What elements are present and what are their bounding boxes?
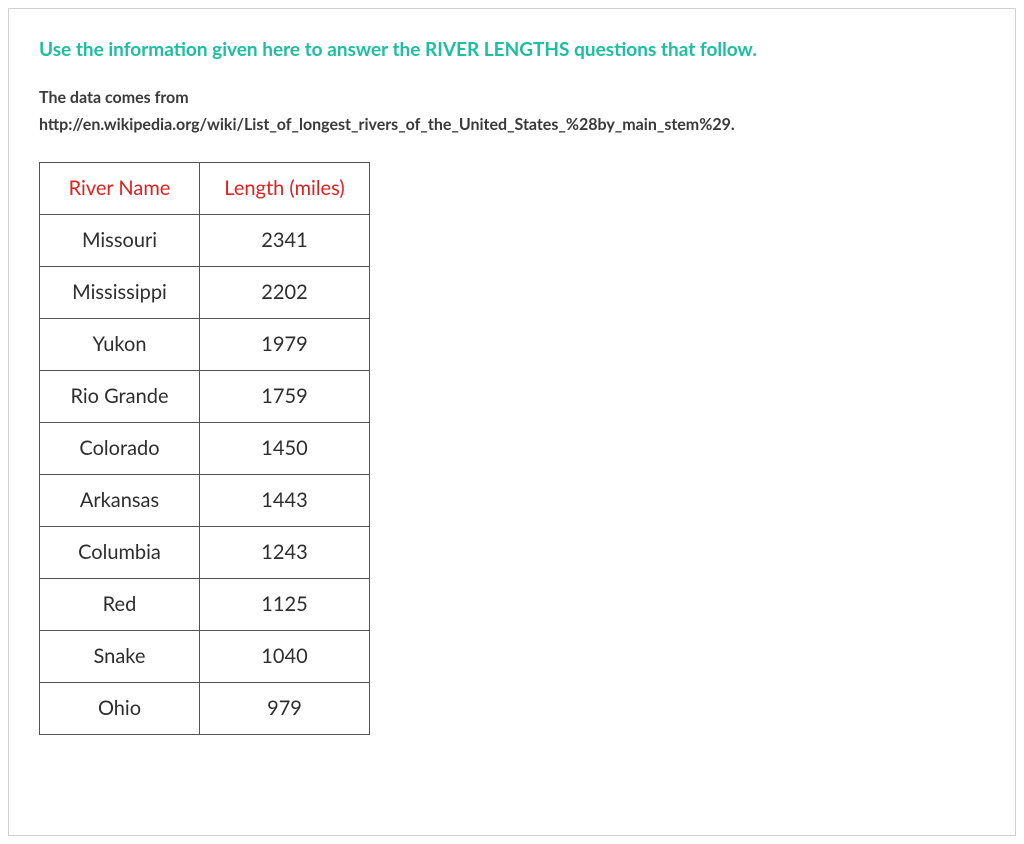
table-body: Missouri 2341 Mississippi 2202 Yukon 197… — [40, 214, 370, 734]
river-length-cell: 1040 — [200, 630, 370, 682]
river-length-cell: 1243 — [200, 526, 370, 578]
river-name-cell: Rio Grande — [40, 370, 200, 422]
table-row: Columbia 1243 — [40, 526, 370, 578]
river-lengths-table: River Name Length (miles) Missouri 2341 … — [39, 162, 370, 735]
source-url-text: http://en.wikipedia.org/wiki/List_of_lon… — [39, 111, 985, 138]
river-name-cell: Ohio — [40, 682, 200, 734]
river-name-cell: Yukon — [40, 318, 200, 370]
table-row: Rio Grande 1759 — [40, 370, 370, 422]
river-name-cell: Snake — [40, 630, 200, 682]
river-length-cell: 1443 — [200, 474, 370, 526]
river-length-cell: 2202 — [200, 266, 370, 318]
river-length-cell: 1125 — [200, 578, 370, 630]
table-row: Red 1125 — [40, 578, 370, 630]
instruction-text: Use the information given here to answer… — [39, 37, 985, 64]
river-name-cell: Red — [40, 578, 200, 630]
header-river-name: River Name — [40, 162, 200, 214]
river-name-cell: Mississippi — [40, 266, 200, 318]
river-name-cell: Missouri — [40, 214, 200, 266]
table-row: Missouri 2341 — [40, 214, 370, 266]
river-length-cell: 1979 — [200, 318, 370, 370]
table-row: Colorado 1450 — [40, 422, 370, 474]
river-name-cell: Arkansas — [40, 474, 200, 526]
header-length: Length (miles) — [200, 162, 370, 214]
table-row: Yukon 1979 — [40, 318, 370, 370]
river-name-cell: Columbia — [40, 526, 200, 578]
table-row: Arkansas 1443 — [40, 474, 370, 526]
river-length-cell: 1759 — [200, 370, 370, 422]
table-row: Mississippi 2202 — [40, 266, 370, 318]
river-name-cell: Colorado — [40, 422, 200, 474]
river-length-cell: 1450 — [200, 422, 370, 474]
river-length-cell: 979 — [200, 682, 370, 734]
river-length-cell: 2341 — [200, 214, 370, 266]
question-panel: Use the information given here to answer… — [8, 8, 1016, 836]
table-row: Snake 1040 — [40, 630, 370, 682]
table-header-row: River Name Length (miles) — [40, 162, 370, 214]
table-row: Ohio 979 — [40, 682, 370, 734]
source-intro-text: The data comes from — [39, 84, 985, 111]
